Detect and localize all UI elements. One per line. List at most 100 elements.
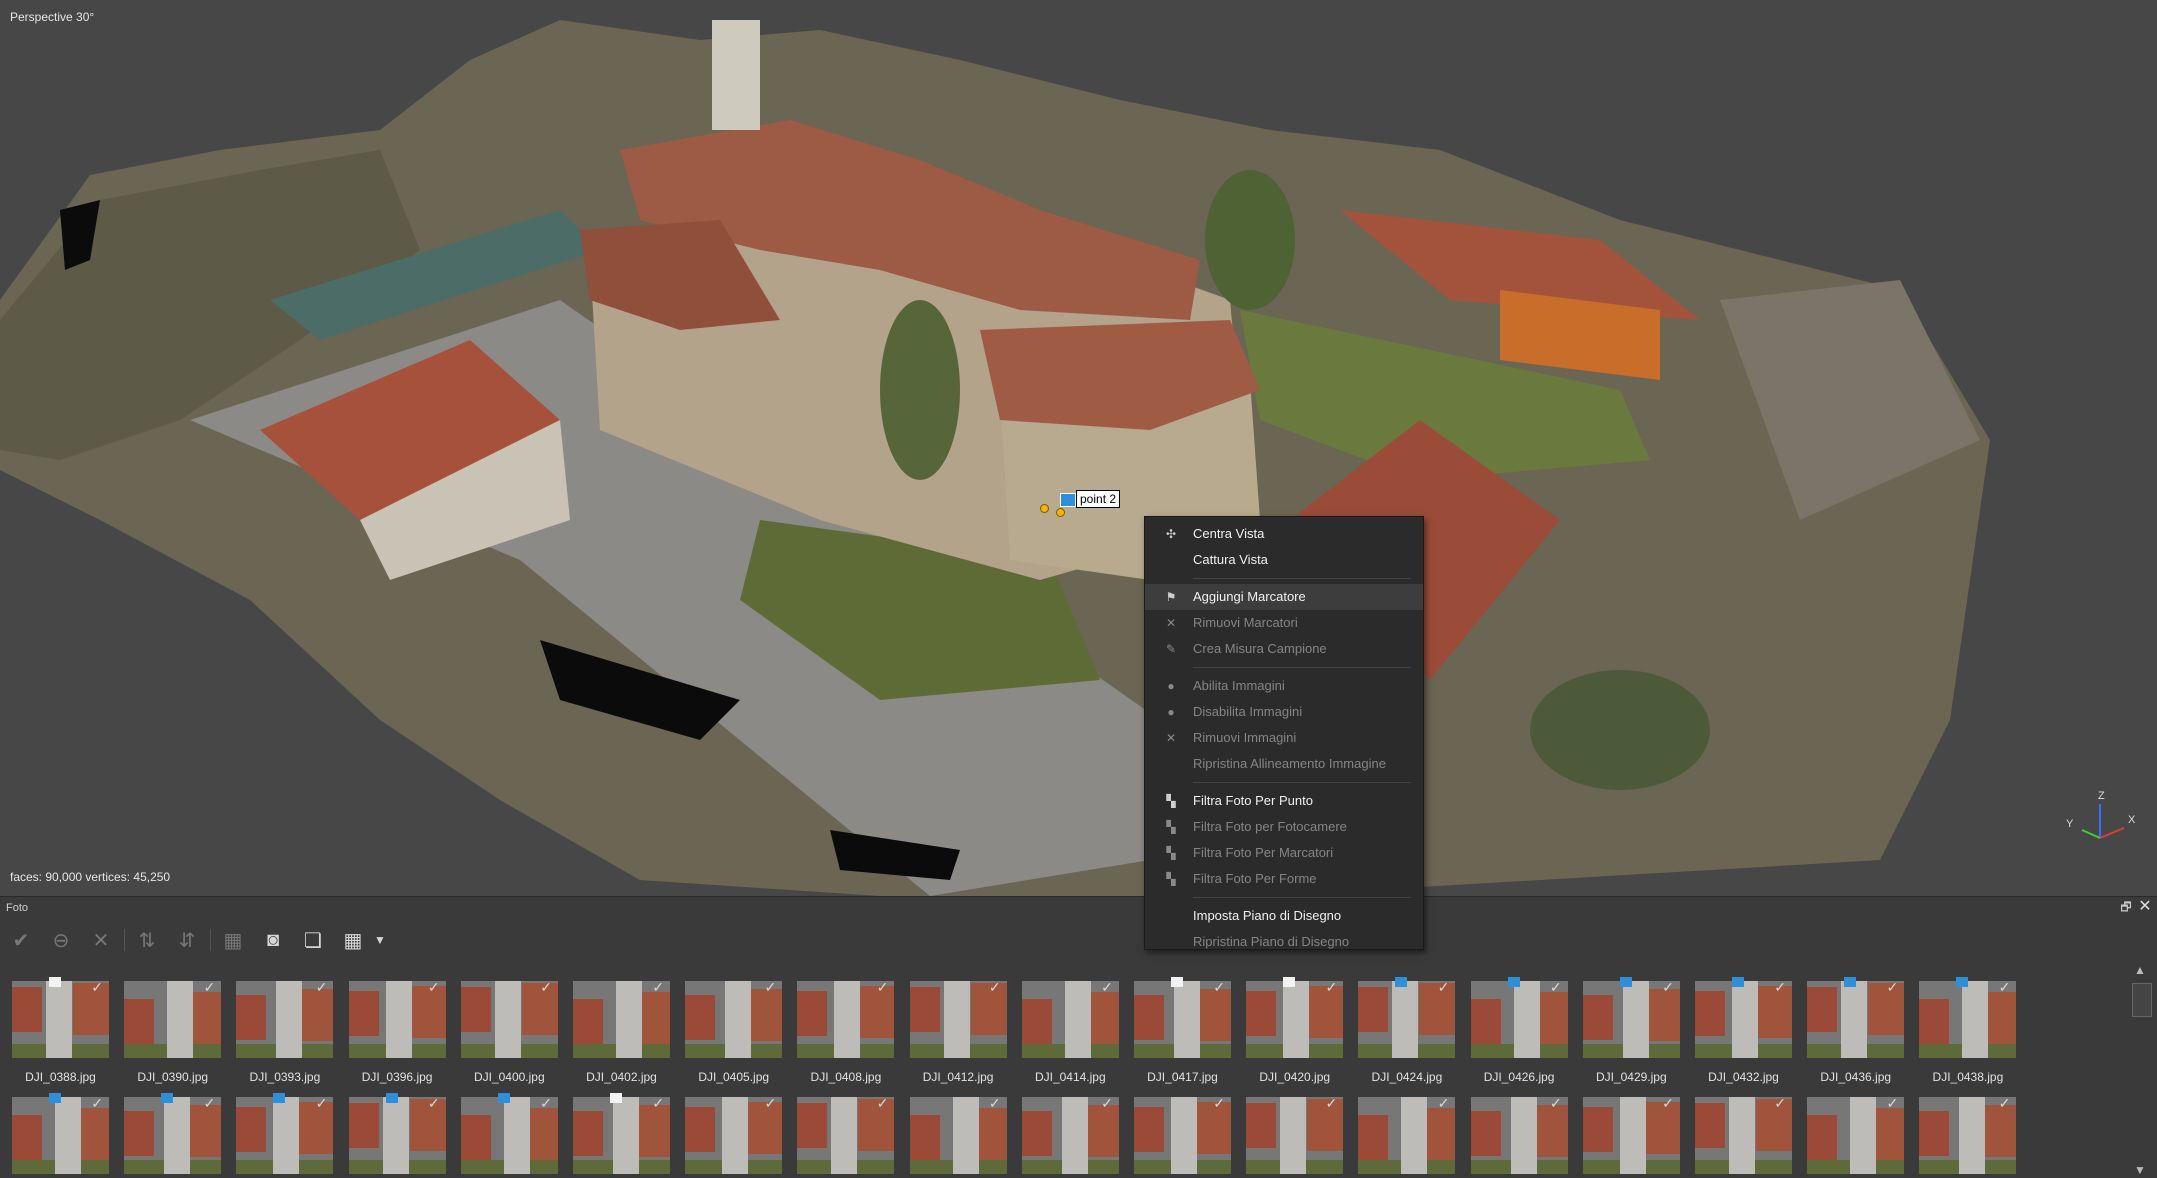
filter-icon: ▚ xyxy=(1166,872,1176,886)
photo-thumbnail[interactable]: ✓ DJI_0390.jpg xyxy=(119,979,222,1091)
check-icon: ✓ xyxy=(1213,979,1225,995)
photo-thumbnail[interactable]: ✓ DJI_0388.jpg xyxy=(7,977,109,1091)
toolbar-separator xyxy=(210,929,211,951)
scroll-down-icon[interactable]: ▼ xyxy=(2134,1163,2146,1177)
scroll-up-icon[interactable]: ▲ xyxy=(2134,963,2146,977)
menu-item-cattura-vista[interactable]: Cattura Vista xyxy=(1145,547,1423,573)
photo-thumbnail[interactable]: ✓ DJI_0438.jpg xyxy=(1914,977,2017,1091)
marker-flag-icon xyxy=(1395,977,1408,987)
menu-item-label: Filtra Foto per Fotocamere xyxy=(1193,819,1347,834)
photo-thumbnail[interactable]: ✓ xyxy=(344,1093,446,1178)
menu-item-centra-vista[interactable]: ✣ Centra Vista xyxy=(1145,521,1423,547)
photo-thumbnail[interactable]: ✓ xyxy=(7,1093,109,1178)
group-button[interactable]: ▦ xyxy=(218,925,248,955)
remove-icon: ✕ xyxy=(1165,616,1177,630)
photo-thumbnail[interactable]: ✓ DJI_0396.jpg xyxy=(344,979,446,1091)
menu-item-filtra-foto-per-punto[interactable]: ▚ Filtra Foto Per Punto xyxy=(1145,788,1423,814)
menu-item-rimuovi-immagini: ✕ Rimuovi Immagini xyxy=(1145,725,1423,751)
scroll-handle[interactable] xyxy=(2132,983,2152,1017)
photo-thumbnail[interactable]: ✓ DJI_0417.jpg xyxy=(1129,977,1231,1091)
check-icon: ✓ xyxy=(203,979,216,995)
photo-thumbnail[interactable]: ✓ xyxy=(1129,1095,1231,1178)
photo-filename: DJI_0432.jpg xyxy=(1708,1070,1779,1084)
mesh-model[interactable] xyxy=(0,0,2157,896)
marker-flag-icon xyxy=(1283,977,1296,987)
photo-thumbnail[interactable]: ✓ DJI_0402.jpg xyxy=(568,979,670,1091)
photo-thumbnail[interactable]: ✓ DJI_0393.jpg xyxy=(231,979,334,1091)
photo-thumbnail[interactable]: ✓ DJI_0400.jpg xyxy=(456,979,558,1091)
photo-filename: DJI_0388.jpg xyxy=(25,1070,96,1084)
check-icon: ✓ xyxy=(652,1095,664,1111)
photo-thumbnail[interactable]: ✓ xyxy=(1578,1095,1680,1178)
check-icon: ✓ xyxy=(91,1095,103,1111)
menu-item-label: Ripristina Piano di Disegno xyxy=(1193,934,1350,949)
axis-gizmo: Z X Y xyxy=(2060,790,2140,870)
photo-thumbnail[interactable]: ✓ DJI_0436.jpg xyxy=(1802,977,1905,1091)
photo-thumbnail[interactable]: ✓ xyxy=(1241,1095,1344,1178)
photo-thumbnail[interactable]: ✓ xyxy=(119,1093,222,1178)
camera-view-button[interactable]: ◙ xyxy=(258,925,288,955)
marker-flag-icon xyxy=(1956,977,1969,987)
toolbar-separator xyxy=(124,929,125,951)
photo-panel: Foto 🗗 ✕ ✔ ⊖ ✕ ⇅ ⇵ ▦ ◙ ❏ ▦ ▼ ✓ DJI_0388.jpg ✓ DJI_03… xyxy=(0,896,2157,1178)
menu-separator xyxy=(1193,897,1411,898)
3d-viewport[interactable]: Perspective 30° faces: 90,000 vertices: … xyxy=(0,0,2157,896)
photo-thumbnail[interactable]: ✓ xyxy=(905,1095,1007,1178)
check-icon: ✓ xyxy=(876,1095,889,1111)
grid-view-button[interactable]: ▦ xyxy=(338,925,368,955)
disable-button[interactable]: ⊖ xyxy=(46,925,76,955)
marker-point-2[interactable]: point 2 xyxy=(1040,488,1121,518)
photo-thumbnail[interactable]: ✓ xyxy=(1690,1095,1792,1178)
check-icon: ✓ xyxy=(540,979,552,995)
photo-thumbnail[interactable]: ✓ DJI_0424.jpg xyxy=(1353,977,1456,1091)
photo-grid[interactable]: ✓ DJI_0388.jpg ✓ DJI_0390.jpg ✓ DJI_0393.jpg ✓… xyxy=(0,963,2128,1178)
photo-thumbnail[interactable]: ✓ DJI_0405.jpg xyxy=(680,979,783,1091)
photo-scrollbar[interactable]: ▲ ▼ xyxy=(2128,963,2152,1178)
photo-thumbnail[interactable]: ✓ xyxy=(456,1093,558,1178)
check-icon: ✓ xyxy=(764,979,777,995)
close-icon[interactable]: ✕ xyxy=(2137,899,2153,915)
menu-item-aggiungi-marcatore[interactable]: ⚑ Aggiungi Marcatore xyxy=(1145,584,1423,610)
reset-alignment-button[interactable]: ⇵ xyxy=(172,925,202,955)
restore-icon[interactable]: 🗗 xyxy=(2119,901,2133,913)
menu-item-imposta-piano-di-disegno[interactable]: Imposta Piano di Disegno xyxy=(1145,903,1423,929)
menu-item-ripristina-allineamento-immagine: Ripristina Allineamento Immagine xyxy=(1145,751,1423,777)
menu-item-disabilita-immagini: ● Disabilita Immagini xyxy=(1145,699,1423,725)
photo-thumbnail[interactable]: ✓ xyxy=(231,1093,334,1178)
photo-thumbnail[interactable]: ✓ xyxy=(568,1093,670,1178)
mesh-stats: faces: 90,000 vertices: 45,250 xyxy=(10,870,171,884)
photo-thumbnail[interactable]: ✓ DJI_0420.jpg xyxy=(1241,977,1344,1091)
measure-icon: ✎ xyxy=(1165,642,1177,656)
marker-flag-icon xyxy=(1619,977,1632,987)
photo-thumbnail[interactable]: ✓ DJI_0414.jpg xyxy=(1017,979,1119,1091)
enable-button[interactable]: ✔ xyxy=(6,925,36,955)
marker-handle[interactable] xyxy=(1040,504,1049,513)
photo-thumbnail[interactable]: ✓ xyxy=(680,1095,783,1178)
photo-thumbnail[interactable]: ✓ DJI_0408.jpg xyxy=(792,979,895,1091)
check-icon: ✓ xyxy=(988,1095,1001,1111)
photo-thumbnail[interactable]: ✓ xyxy=(1466,1095,1568,1178)
photo-thumbnail[interactable]: ✓ DJI_0429.jpg xyxy=(1578,977,1680,1091)
menu-item-label: Abilita Immagini xyxy=(1193,678,1285,693)
check-icon: ✓ xyxy=(315,1095,328,1111)
photo-thumbnail[interactable]: ✓ xyxy=(1017,1095,1119,1178)
context-menu[interactable]: ✣ Centra Vista Cattura Vista ⚑ Aggiungi Marc… xyxy=(1144,516,1424,950)
view-options-dropdown[interactable]: ▼ xyxy=(370,925,390,955)
photo-thumbnail[interactable]: ✓ xyxy=(1353,1095,1456,1178)
menu-separator xyxy=(1193,667,1411,668)
marker-handle[interactable] xyxy=(1056,508,1065,517)
align-selected-button[interactable]: ⇅ xyxy=(132,925,162,955)
filter-icon: ▚ xyxy=(1166,794,1176,808)
photo-thumbnail[interactable]: ✓ DJI_0432.jpg xyxy=(1690,977,1792,1091)
photo-thumbnail[interactable]: ✓ DJI_0426.jpg xyxy=(1466,977,1568,1091)
photo-thumbnail[interactable]: ✓ xyxy=(1802,1095,1905,1178)
photo-thumbnail[interactable]: ✓ xyxy=(1914,1095,2017,1178)
menu-item-label: Filtra Foto Per Marcatori xyxy=(1193,845,1334,860)
stack-view-button[interactable]: ❏ xyxy=(298,925,328,955)
photo-thumbnail[interactable]: ✓ DJI_0412.jpg xyxy=(905,979,1007,1091)
photo-thumbnail[interactable]: ✓ xyxy=(792,1095,895,1178)
check-icon: ✓ xyxy=(1437,979,1450,995)
check-icon: ✓ xyxy=(1662,979,1674,995)
delete-button[interactable]: ✕ xyxy=(86,925,116,955)
check-icon: ✓ xyxy=(1886,1095,1899,1111)
